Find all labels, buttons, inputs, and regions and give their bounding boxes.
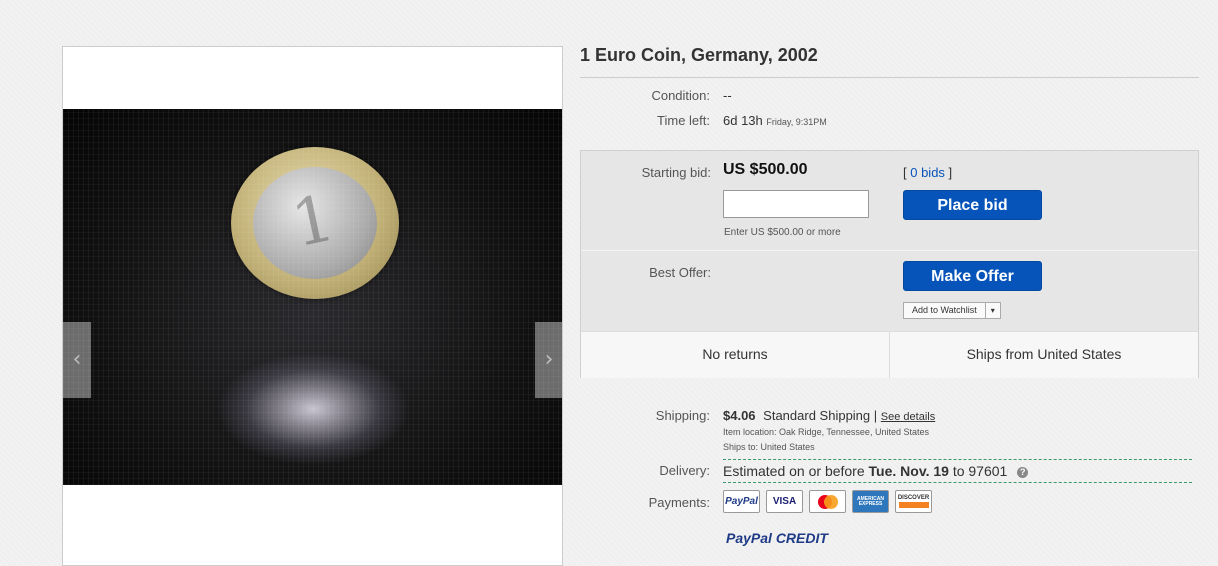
title-divider xyxy=(580,77,1199,78)
item-location: Item location: Oak Ridge, Tennessee, Uni… xyxy=(723,427,929,437)
next-image-button[interactable]: › xyxy=(535,322,562,398)
condition-value: -- xyxy=(723,88,732,103)
shipping-info: $4.06 Standard Shipping | See details xyxy=(723,408,935,423)
amex-icon: AMERICAN EXPRESS xyxy=(852,490,889,513)
item-photo[interactable]: 1 ‹ › xyxy=(63,109,562,485)
ships-from: Ships from United States xyxy=(966,346,1122,362)
amex-logo-text: AMERICAN EXPRESS xyxy=(857,495,884,507)
item-location-label: Item location: xyxy=(723,427,777,437)
time-left-duration: 6d 13h xyxy=(723,113,763,128)
delivery-label: Delivery: xyxy=(659,463,710,478)
time-left-value: 6d 13h Friday, 9:31PM xyxy=(723,113,827,128)
starting-bid-label: Starting bid: xyxy=(641,165,711,180)
payments-label: Payments: xyxy=(648,495,710,510)
visa-icon: VISA xyxy=(766,490,803,513)
discover-logo-text: DISCOVER xyxy=(897,495,930,501)
time-left-label: Time left: xyxy=(657,113,710,128)
item-location-value: Oak Ridge, Tennessee, United States xyxy=(779,427,929,437)
watchlist-dropdown-icon[interactable]: ▾ xyxy=(984,303,1000,318)
coin-image: 1 xyxy=(231,147,399,299)
best-offer-label: Best Offer: xyxy=(649,265,711,280)
shipping-cost: $4.06 xyxy=(723,408,756,423)
shipping-label: Shipping: xyxy=(655,408,710,423)
make-offer-button[interactable]: Make Offer xyxy=(903,261,1042,291)
delivery-to: to xyxy=(952,463,965,479)
mastercard-icon xyxy=(809,490,846,513)
paypal-icon: PayPal xyxy=(723,490,760,513)
chevron-left-icon: ‹ xyxy=(72,347,82,372)
shipping-separator: | xyxy=(873,408,878,423)
starting-bid-price: US $500.00 xyxy=(723,161,808,178)
discover-icon: DISCOVER xyxy=(895,490,932,513)
delivery-zip[interactable]: 97601 xyxy=(968,463,1007,479)
previous-image-button[interactable]: ‹ xyxy=(63,322,91,398)
coin-denomination: 1 xyxy=(285,181,341,263)
visa-logo-text: VISA xyxy=(772,496,797,507)
discover-stripe xyxy=(898,502,929,508)
delivery-date: Tue. Nov. 19 xyxy=(868,463,949,479)
item-title: 1 Euro Coin, Germany, 2002 xyxy=(580,45,818,65)
mastercard-logo xyxy=(817,494,838,509)
bids-bracket-close: ] xyxy=(944,165,953,180)
returns-policy: No returns xyxy=(581,332,890,378)
ships-to-label: Ships to: xyxy=(723,442,759,452)
time-left-end: Friday, 9:31PM xyxy=(766,117,827,127)
bids-count: [ 0 bids ] xyxy=(903,165,952,180)
delivery-text: Estimated on or before xyxy=(723,463,865,479)
bids-count-link[interactable]: 0 bids xyxy=(910,165,945,180)
condition-label: Condition: xyxy=(651,88,710,103)
ships-to-value: United States xyxy=(760,442,815,452)
delivery-estimate: Estimated on or before Tue. Nov. 19 to 9… xyxy=(723,463,1029,479)
paypal-logo-text: PayPal xyxy=(725,496,758,507)
delivery-divider-bottom xyxy=(723,482,1192,483)
image-gallery: 1 ‹ › xyxy=(62,46,563,566)
bid-amount-input[interactable] xyxy=(723,190,869,218)
best-offer-row xyxy=(581,250,1198,333)
coin-center: 1 xyxy=(253,167,377,279)
place-bid-button[interactable]: Place bid xyxy=(903,190,1042,220)
watchlist-label: Add to Watchlist xyxy=(912,305,977,315)
bid-hint: Enter US $500.00 or more xyxy=(724,227,841,238)
returns-shipping-summary: No returns Ships from United States xyxy=(581,331,1198,378)
delivery-divider-top xyxy=(723,459,1192,460)
shipping-method: Standard Shipping xyxy=(763,408,871,423)
bid-box: Starting bid: US $500.00 Enter US $500.0… xyxy=(580,150,1199,378)
chevron-right-icon: › xyxy=(544,347,554,372)
ships-to: Ships to: United States xyxy=(723,442,815,452)
add-to-watchlist-button[interactable]: Add to Watchlist ▾ xyxy=(903,302,1001,319)
see-details-link[interactable]: See details xyxy=(881,411,935,423)
help-icon[interactable]: ? xyxy=(1017,466,1029,478)
